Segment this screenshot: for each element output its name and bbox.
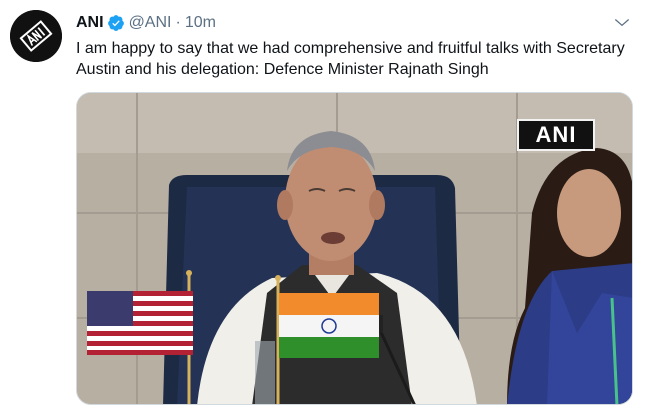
tweet[interactable]: ANI @ANI · 10m I am happy to say that we…: [0, 0, 650, 417]
separator-dot: ·: [175, 14, 181, 31]
tweet-header: ANI @ANI · 10m: [76, 12, 216, 34]
ani-watermark: ANI: [517, 119, 595, 151]
author-name[interactable]: ANI: [76, 13, 104, 33]
more-options-icon: [614, 19, 630, 27]
timestamp[interactable]: 10m: [185, 13, 216, 33]
avatar[interactable]: [10, 10, 62, 62]
tweet-media-image[interactable]: ANI: [76, 92, 633, 405]
tweet-text: I am happy to say that we had comprehens…: [76, 40, 625, 78]
ani-logo-icon: [10, 10, 62, 62]
author-handle[interactable]: @ANI: [129, 13, 172, 33]
watermark-text: ANI: [535, 122, 577, 147]
more-options-button[interactable]: [608, 10, 636, 34]
verified-badge-icon: [107, 14, 125, 32]
